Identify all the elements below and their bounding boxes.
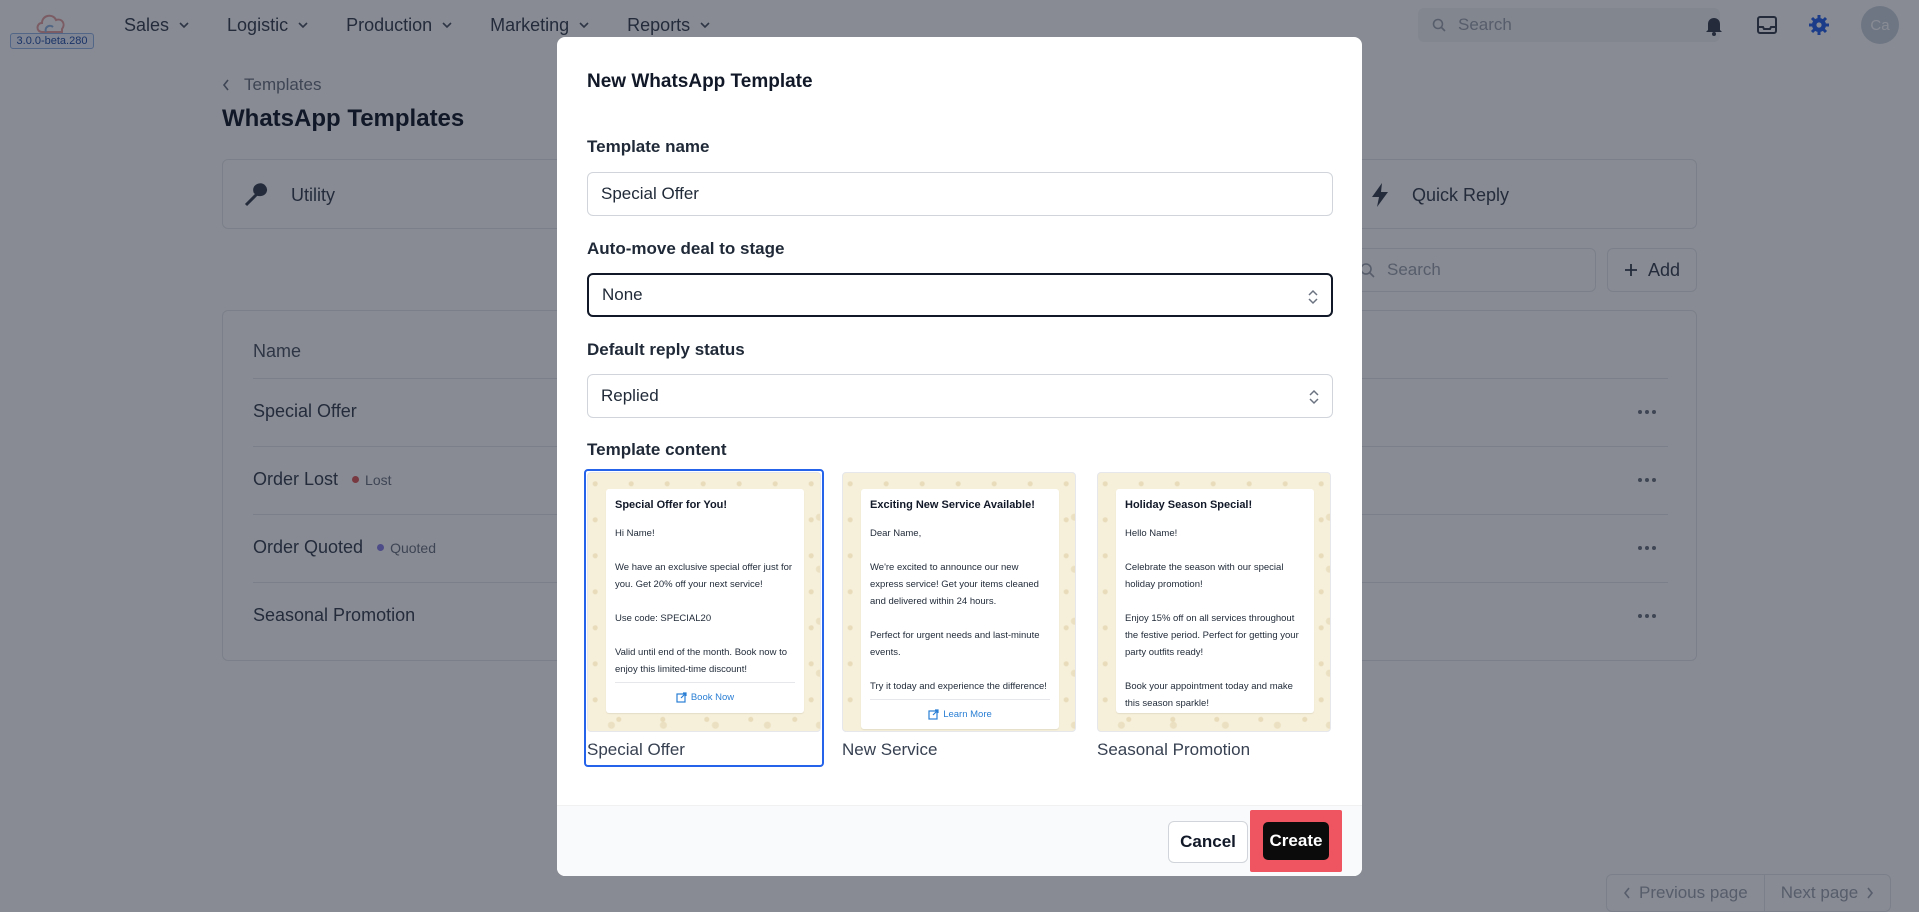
template-name-label: Template name	[587, 137, 710, 156]
new-template-dialog: New WhatsApp Template Template name Auto…	[557, 37, 1362, 876]
preview-heading: Holiday Season Special!	[1125, 499, 1253, 511]
template-preview: Special Offer for You! Hi Name! We have …	[587, 472, 821, 732]
message-bubble: Holiday Season Special! Hello Name! Cele…	[1116, 489, 1314, 713]
preview-button-label: Learn More	[943, 709, 992, 720]
create-button[interactable]: Create	[1263, 822, 1329, 860]
preview-button-label: Book Now	[690, 692, 735, 703]
external-link-icon	[928, 709, 939, 720]
select-updown-icon	[1308, 289, 1318, 305]
auto-move-select[interactable]: None	[587, 273, 1333, 317]
reply-status-value: Replied	[601, 386, 659, 405]
message-bubble: Exciting New Service Available! Dear Nam…	[861, 489, 1059, 729]
preview-button: Book Now	[615, 682, 795, 712]
auto-move-label: Auto-move deal to stage	[587, 239, 785, 258]
reply-status-select[interactable]: Replied	[587, 374, 1333, 418]
template-caption: Seasonal Promotion	[1097, 740, 1251, 759]
preview-body: Hi Name! We have an exclusive special of…	[615, 528, 793, 675]
reply-status-label: Default reply status	[587, 340, 745, 359]
template-content-label: Template content	[587, 440, 727, 459]
preview-body: Dear Name, We're excited to announce our…	[870, 528, 1047, 692]
preview-heading: Exciting New Service Available!	[870, 499, 1035, 511]
dialog-footer: Cancel Create	[557, 805, 1362, 876]
preview-heading: Special Offer for You!	[615, 499, 728, 511]
preview-body: Hello Name! Celebrate the season with ou…	[1125, 528, 1299, 709]
template-name-input[interactable]	[587, 172, 1333, 216]
template-caption: Special Offer	[587, 740, 685, 759]
auto-move-value: None	[602, 285, 643, 304]
template-caption: New Service	[842, 740, 938, 759]
create-button-highlight: Create	[1250, 810, 1342, 872]
external-link-icon	[676, 692, 687, 703]
template-preview: Exciting New Service Available! Dear Nam…	[842, 472, 1076, 732]
app-root: 3.0.0-beta.280 Sales Logistic Production…	[0, 0, 1919, 912]
preview-button: Learn More	[870, 699, 1050, 729]
select-updown-icon	[1309, 389, 1319, 405]
message-bubble: Special Offer for You! Hi Name! We have …	[606, 489, 804, 713]
template-preview: Holiday Season Special! Hello Name! Cele…	[1097, 472, 1331, 732]
dialog-title: New WhatsApp Template	[587, 71, 813, 92]
cancel-button[interactable]: Cancel	[1168, 821, 1248, 863]
